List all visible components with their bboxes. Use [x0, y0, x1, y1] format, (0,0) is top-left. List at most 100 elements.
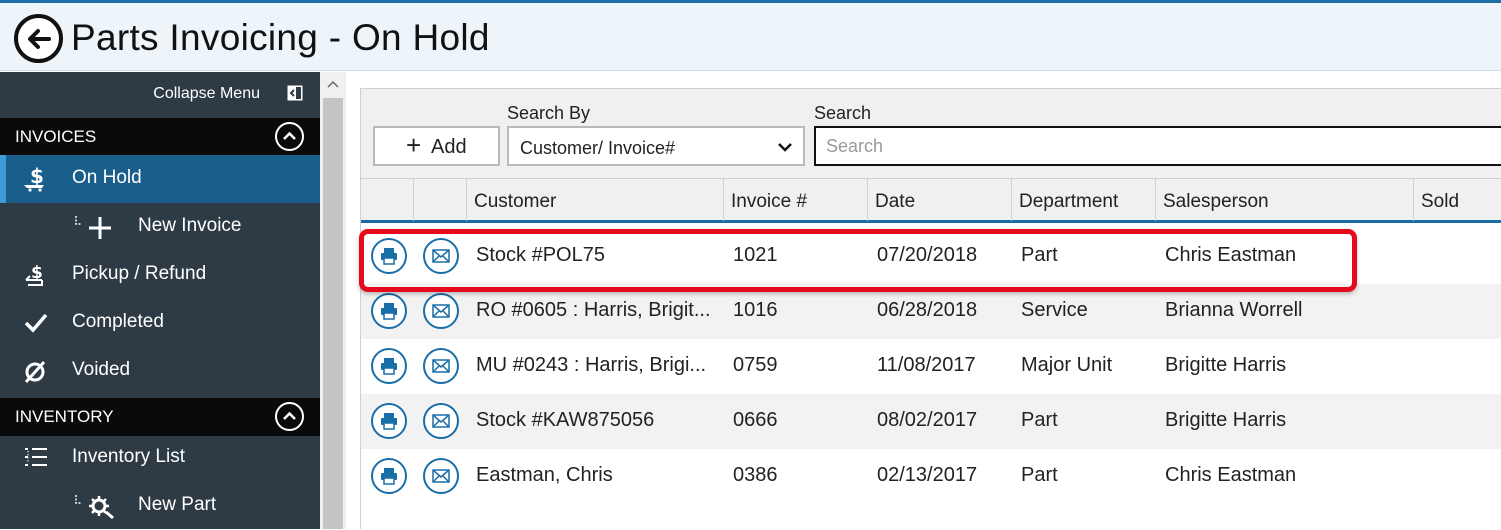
chevron-up-icon[interactable]: [275, 402, 304, 431]
section-inventory-label: INVENTORY: [15, 407, 114, 426]
cell-invoice: 1016: [733, 299, 778, 321]
section-invoices-label: INVOICES: [15, 127, 97, 146]
column-header-sold[interactable]: Sold: [1413, 179, 1501, 221]
cell-customer: RO #0605 : Harris, Brigit...: [476, 299, 711, 321]
cell-invoice: 0666: [733, 409, 778, 431]
email-button[interactable]: [423, 458, 459, 494]
search-by-label: Search By: [507, 103, 591, 123]
toolbar: + Add Search By Customer/ Invoice# Searc…: [361, 89, 1501, 178]
chevron-up-icon: [327, 80, 339, 88]
sidebar-item-on-hold[interactable]: $ On Hold: [0, 155, 320, 203]
sidebar-item-label: Completed: [72, 311, 164, 332]
column-header-invoice[interactable]: Invoice #: [723, 179, 867, 221]
column-header-department[interactable]: Department: [1011, 179, 1155, 221]
add-button[interactable]: + Add: [373, 126, 500, 166]
sidebar-item-label: Inventory List: [72, 446, 185, 467]
checkmark-icon: [24, 313, 48, 333]
section-invoices[interactable]: INVOICES: [0, 118, 320, 156]
table-row[interactable]: Stock #KAW875056 0666 08/02/2017 Part Br…: [361, 394, 1501, 449]
cell-customer: MU #0243 : Harris, Brigi...: [476, 354, 707, 376]
add-button-label: Add: [431, 136, 467, 158]
table-row[interactable]: Eastman, Chris 0386 02/13/2017 Part Chri…: [361, 449, 1501, 504]
cell-department: Part: [1021, 464, 1058, 486]
sidebar-item-new-part[interactable]: New Part: [0, 482, 320, 530]
sidebar-item-label: On Hold: [72, 167, 142, 188]
printer-icon: [381, 358, 397, 375]
cell-salesperson: Chris Eastman: [1165, 464, 1297, 486]
printer-icon: [381, 413, 397, 430]
section-inventory[interactable]: INVENTORY: [0, 398, 320, 436]
refund-icon: $: [25, 263, 43, 286]
column-header-customer[interactable]: Customer: [466, 179, 723, 221]
email-button[interactable]: [423, 403, 459, 439]
print-button[interactable]: [371, 458, 407, 494]
void-icon: [24, 360, 46, 384]
table-row[interactable]: RO #0605 : Harris, Brigit... 1016 06/28/…: [361, 284, 1501, 339]
scrollbar-thumb[interactable]: [323, 98, 343, 529]
grid-header: Customer Invoice # Date Department Sales…: [361, 178, 1501, 223]
sidebar-item-completed[interactable]: Completed: [0, 299, 320, 347]
envelope-icon: [432, 414, 450, 428]
svg-text:$: $: [30, 166, 44, 188]
sidebar-item-label: New Part: [138, 494, 217, 515]
print-button[interactable]: [371, 348, 407, 384]
envelope-icon: [432, 359, 450, 373]
cell-customer: Stock #KAW875056: [476, 409, 655, 431]
cell-salesperson: Brigitte Harris: [1165, 409, 1287, 431]
column-header-date[interactable]: Date: [867, 179, 1011, 221]
back-arrow-icon: [28, 29, 51, 49]
collapse-menu-label: Collapse Menu: [153, 85, 260, 102]
sidebar-item-inventory-list[interactable]: Inventory List: [0, 434, 320, 482]
sidebar-scrollbar[interactable]: [320, 72, 346, 529]
sidebar-item-new-invoice[interactable]: New Invoice: [0, 203, 320, 251]
cell-department: Part: [1021, 409, 1058, 431]
print-button[interactable]: [371, 293, 407, 329]
envelope-icon: [432, 469, 450, 483]
chevron-up-icon[interactable]: [275, 122, 304, 151]
collapse-panel-icon: [287, 85, 303, 101]
gear-sub-icon: [75, 495, 114, 519]
collapse-menu-button[interactable]: Collapse Menu: [0, 72, 320, 116]
list-icon: [25, 448, 47, 466]
sidebar-item-pickup-refund[interactable]: $ Pickup / Refund: [0, 251, 320, 299]
column-header-actions: [413, 179, 466, 221]
cell-invoice: 0386: [733, 464, 778, 486]
table-row[interactable]: MU #0243 : Harris, Brigi... 0759 11/08/2…: [361, 339, 1501, 394]
sidebar-item-voided[interactable]: Voided: [0, 347, 320, 395]
scroll-up-button[interactable]: [320, 72, 346, 96]
cell-date: 11/08/2017: [877, 354, 976, 376]
back-button[interactable]: [14, 14, 63, 63]
cell-customer: Eastman, Chris: [476, 464, 613, 486]
sidebar: Collapse Menu INVOICES $ On Hold New Inv…: [0, 72, 320, 529]
printer-icon: [381, 303, 397, 320]
email-button[interactable]: [423, 348, 459, 384]
dollar-cart-icon: $: [24, 166, 44, 192]
sidebar-item-label: Pickup / Refund: [72, 263, 207, 284]
page-header: Parts Invoicing - On Hold: [0, 3, 1501, 71]
cell-date: 08/02/2017: [877, 409, 978, 431]
search-label: Search: [814, 103, 872, 123]
cell-salesperson: Brianna Worrell: [1165, 299, 1303, 321]
cell-date: 06/28/2018: [877, 299, 978, 321]
cell-salesperson: Brigitte Harris: [1165, 354, 1287, 376]
highlight-annotation: [359, 229, 1357, 292]
invoice-panel: + Add Search By Customer/ Invoice# Searc…: [360, 88, 1501, 529]
print-button[interactable]: [371, 403, 407, 439]
cell-department: Service: [1021, 299, 1088, 321]
cell-date: 02/13/2017: [877, 464, 978, 486]
sidebar-item-label: Voided: [72, 359, 131, 380]
page-title: Parts Invoicing - On Hold: [71, 17, 490, 58]
search-input[interactable]: [814, 126, 1501, 166]
search-by-value: Customer/ Invoice#: [520, 138, 676, 158]
email-button[interactable]: [423, 293, 459, 329]
column-header-salesperson[interactable]: Salesperson: [1155, 179, 1413, 221]
printer-icon: [381, 468, 397, 485]
cell-invoice: 0759: [733, 354, 778, 376]
cell-department: Major Unit: [1021, 354, 1113, 376]
plus-icon: +: [406, 130, 422, 160]
add-sub-icon: [75, 216, 111, 239]
chevron-down-icon: [778, 143, 792, 152]
search-by-select[interactable]: Customer/ Invoice#: [507, 126, 805, 166]
sidebar-item-label: New Invoice: [138, 215, 242, 236]
envelope-icon: [432, 304, 450, 318]
